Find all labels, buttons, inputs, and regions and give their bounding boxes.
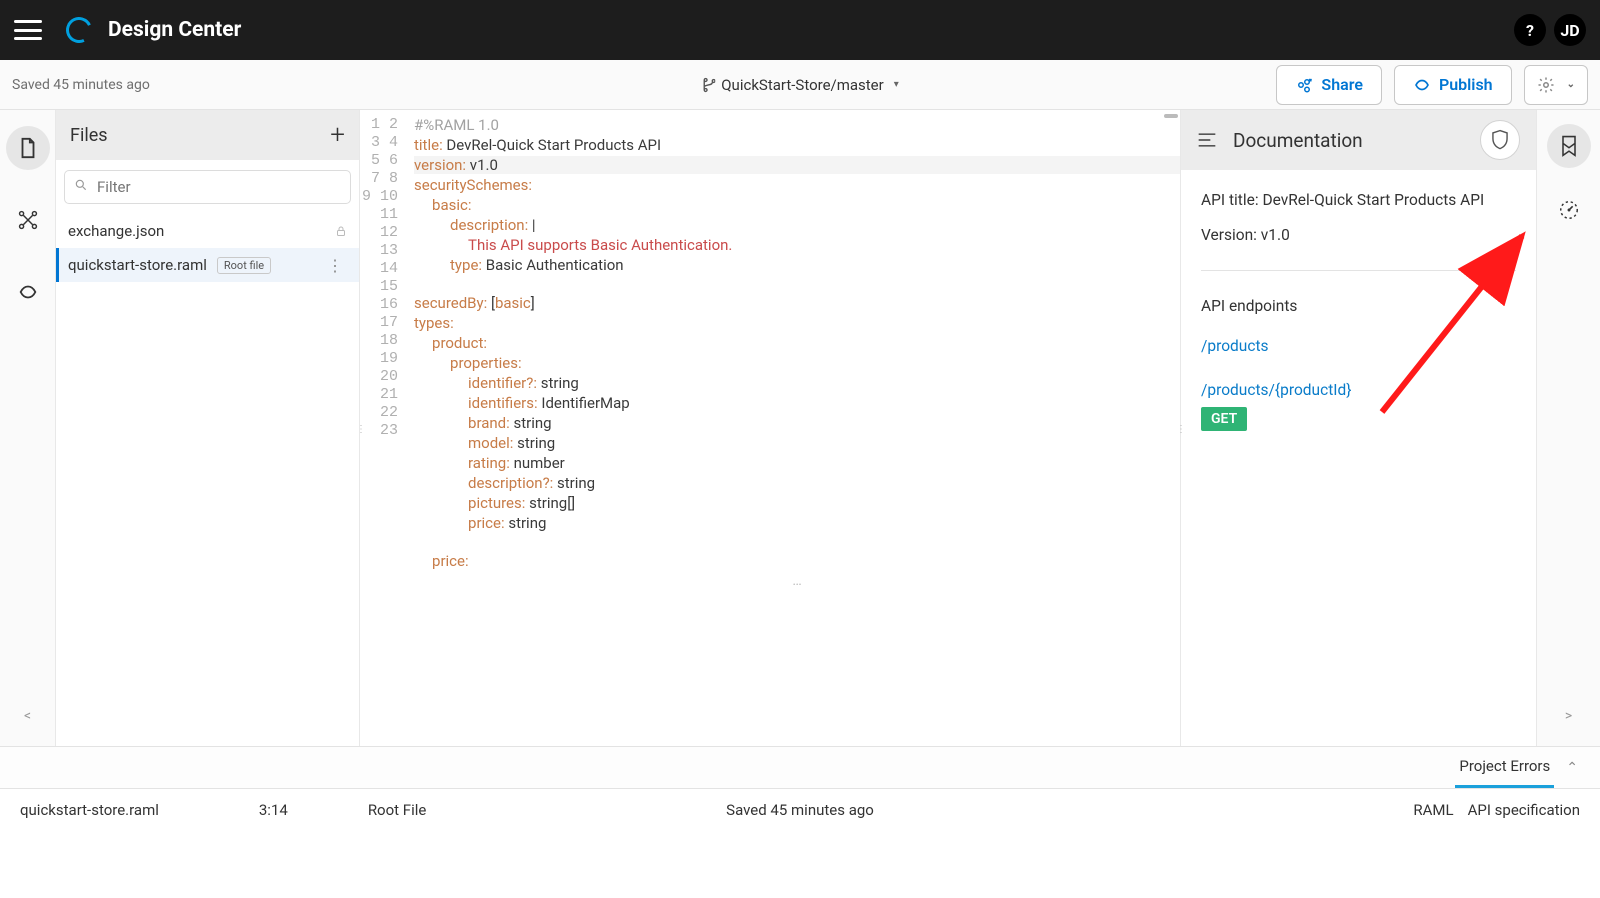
divider [1201, 270, 1516, 271]
code-editor[interactable]: ⋮ 1 2 3 4 5 6 7 8 9 10 11 12 13 14 15 16… [360, 110, 1180, 746]
files-panel: Files + exchange.json quickstart-store.r… [56, 110, 360, 746]
code-content[interactable]: #%RAML 1.0 title: DevRel-Quick Start Pro… [406, 110, 1180, 746]
search-icon [74, 178, 88, 192]
status-root: Root File [368, 801, 427, 819]
user-avatar[interactable]: JD [1554, 14, 1586, 46]
share-icon [1295, 76, 1313, 94]
graph-icon [17, 209, 39, 231]
status-spec: API specification [1468, 801, 1580, 819]
lock-icon [335, 224, 347, 238]
endpoint-link-products[interactable]: /products [1201, 337, 1516, 355]
saved-indicator: Saved 45 minutes ago [12, 77, 150, 93]
security-button[interactable] [1480, 120, 1520, 160]
left-rail: < [0, 110, 56, 746]
settings-button[interactable]: ⌄ [1524, 65, 1588, 105]
main-area: < Files + exchange.json quickstart-store… [0, 110, 1600, 746]
share-button[interactable]: Share [1276, 65, 1382, 105]
branch-icon [701, 77, 715, 93]
doc-title: Documentation [1233, 129, 1363, 152]
status-file: quickstart-store.raml [20, 801, 159, 819]
doc-menu-icon[interactable] [1197, 132, 1217, 148]
toolbar: Saved 45 minutes ago QuickStart-Store/ma… [0, 60, 1600, 110]
collapse-right-button[interactable]: > [1559, 702, 1578, 730]
doc-wrap: Documentation API title: DevRel-Quick St… [1180, 110, 1536, 746]
status-bar: quickstart-store.raml 3:14 Root File Sav… [0, 788, 1600, 830]
root-file-badge: Root file [217, 257, 271, 274]
mocking-button[interactable] [1547, 188, 1591, 232]
right-rail: > [1536, 110, 1600, 746]
status-cursor: 3:14 [259, 801, 288, 819]
file-icon [17, 137, 39, 159]
file-name: quickstart-store.raml [68, 256, 207, 274]
file-item-exchange[interactable]: exchange.json [56, 214, 359, 248]
endpoint-link-product-id[interactable]: /products/{productId} [1201, 381, 1516, 399]
chevron-up-icon[interactable]: ⌃ [1566, 760, 1578, 776]
api-version: Version: v1.0 [1201, 226, 1516, 244]
shield-icon [1490, 129, 1510, 151]
filter-input[interactable] [64, 170, 351, 204]
minimap-handle[interactable] [1164, 114, 1178, 118]
help-button[interactable]: ? [1514, 14, 1546, 46]
add-file-button[interactable]: + [330, 120, 345, 150]
bookmark-icon [1558, 134, 1580, 158]
share-label: Share [1321, 75, 1363, 94]
splitter-left[interactable]: ⋮ [356, 428, 364, 432]
files-header: Files + [56, 110, 359, 160]
publish-icon [1413, 76, 1431, 94]
endpoints-heading: API endpoints [1201, 297, 1516, 315]
exchange-view-button[interactable] [6, 270, 50, 314]
method-badge-get[interactable]: GET [1201, 407, 1247, 431]
chevron-down-icon: ▾ [894, 79, 899, 90]
publish-button[interactable]: Publish [1394, 65, 1512, 105]
splitter-right[interactable]: ⋮ [1176, 428, 1184, 432]
project-errors-tab[interactable]: Project Errors [1455, 747, 1554, 788]
gear-icon [1537, 76, 1555, 94]
chevron-down-icon: ⌄ [1567, 79, 1575, 90]
status-saved: Saved 45 minutes ago [726, 801, 874, 819]
documentation-panel: Documentation API title: DevRel-Quick St… [1181, 110, 1536, 746]
app-logo [62, 13, 95, 46]
top-bar: Design Center ? JD [0, 0, 1600, 60]
branch-name: QuickStart-Store/master [721, 76, 883, 94]
publish-label: Publish [1439, 75, 1493, 94]
menu-icon[interactable] [14, 20, 42, 40]
files-view-button[interactable] [6, 126, 50, 170]
dependencies-view-button[interactable] [6, 198, 50, 242]
gauge-icon [1558, 199, 1580, 221]
files-title: Files [70, 125, 108, 146]
doc-header: Documentation [1181, 110, 1536, 170]
file-menu-button[interactable]: ⋮ [323, 256, 347, 275]
status-lang: RAML [1413, 801, 1453, 819]
branch-selector[interactable]: QuickStart-Store/master ▾ [701, 76, 899, 94]
line-gutter: 1 2 3 4 5 6 7 8 9 10 11 12 13 14 15 16 1… [360, 110, 406, 746]
collapse-left-button[interactable]: < [18, 702, 37, 730]
project-errors-bar: Project Errors ⌃ [0, 746, 1600, 788]
doc-view-button[interactable] [1547, 124, 1591, 168]
file-item-quickstart[interactable]: quickstart-store.raml Root file ⋮ [56, 248, 359, 282]
api-title: API title: DevRel-Quick Start Products A… [1201, 190, 1516, 212]
app-title: Design Center [108, 18, 241, 42]
file-name: exchange.json [68, 222, 164, 240]
exchange-icon [17, 281, 39, 303]
